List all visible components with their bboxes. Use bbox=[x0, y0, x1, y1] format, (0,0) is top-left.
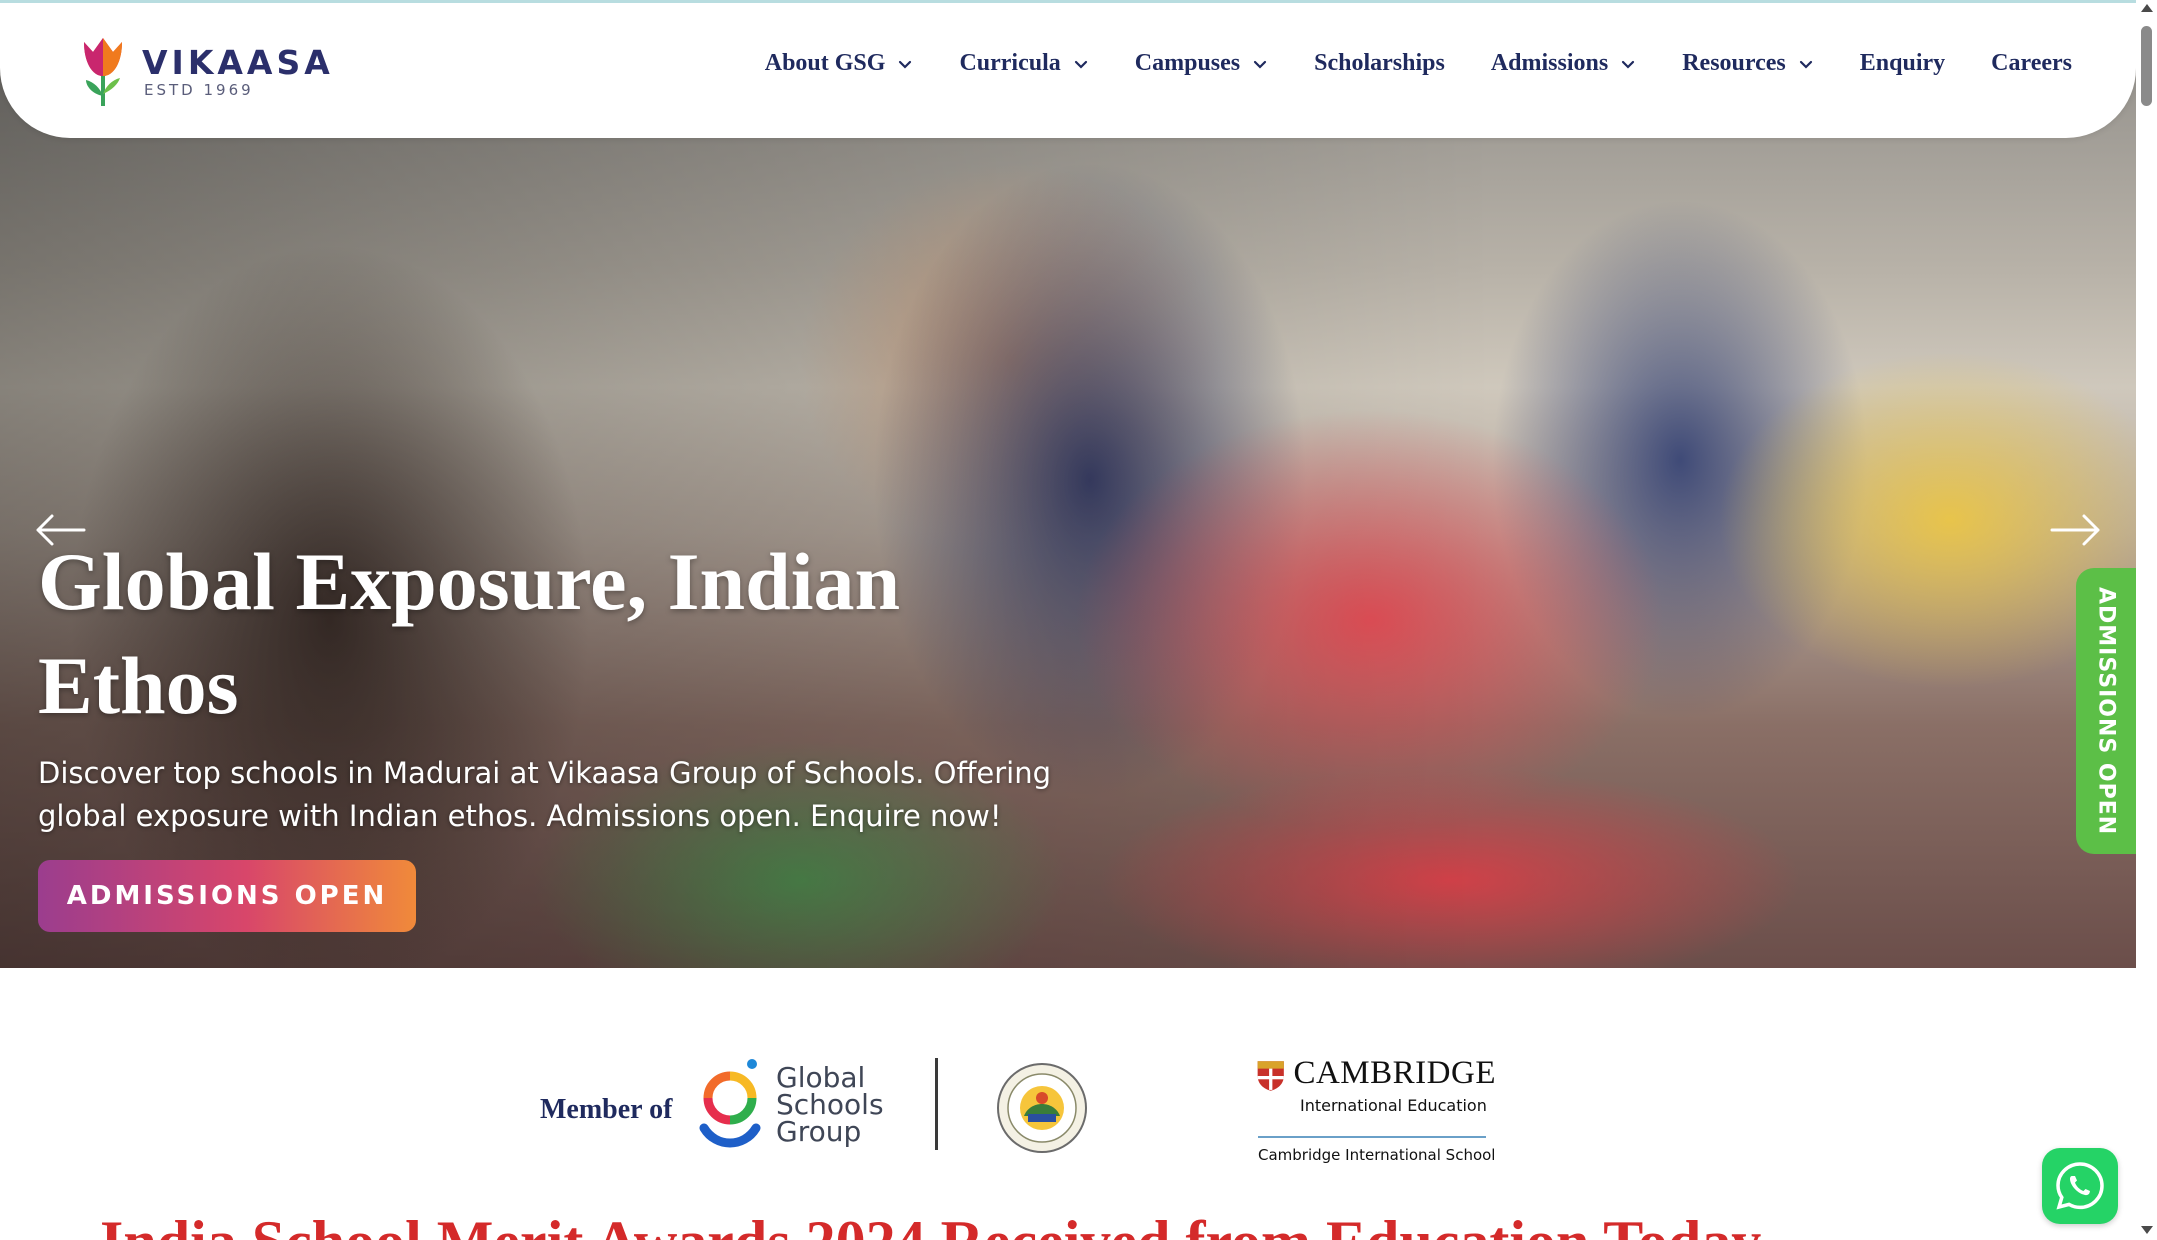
header-navbar: VIKAASA ESTD 1969 About GSG Curricula Ca… bbox=[0, 0, 2136, 138]
nav-label: Careers bbox=[1991, 50, 2072, 76]
gsg-logo-icon bbox=[699, 1059, 761, 1148]
whatsapp-button[interactable] bbox=[2042, 1148, 2118, 1224]
affiliation-divider bbox=[935, 1058, 938, 1150]
cambridge-divider bbox=[1258, 1136, 1486, 1138]
nav-item-campuses[interactable]: Campuses bbox=[1135, 50, 1268, 77]
admissions-open-button[interactable]: ADMISSIONS OPEN bbox=[38, 860, 416, 932]
gsg-line-3: Group bbox=[776, 1114, 862, 1148]
nav-label: Curricula bbox=[959, 50, 1061, 76]
scrollbar-thumb[interactable] bbox=[2141, 26, 2152, 106]
member-of-label: Member of bbox=[540, 1094, 673, 1125]
cbse-seal-icon[interactable] bbox=[996, 1062, 1088, 1154]
nav-item-scholarships[interactable]: Scholarships bbox=[1314, 50, 1445, 77]
nav-item-careers[interactable]: Careers bbox=[1991, 50, 2072, 77]
hero-title: Global Exposure, Indian Ethos bbox=[38, 536, 901, 731]
brand-established: ESTD 1969 bbox=[144, 81, 254, 99]
cambridge-title: CAMBRIDGE bbox=[1293, 1055, 1496, 1091]
nav-label: Admissions bbox=[1490, 50, 1609, 76]
scroll-down-arrow-icon[interactable] bbox=[2141, 1226, 2153, 1234]
brand-name: VIKAASA bbox=[142, 43, 334, 82]
cambridge-shield-icon bbox=[1257, 1061, 1284, 1091]
chevron-down-icon bbox=[1622, 60, 1635, 69]
whatsapp-icon bbox=[2056, 1162, 2104, 1210]
nav-item-resources[interactable]: Resources bbox=[1682, 50, 1814, 77]
chevron-down-icon bbox=[1799, 60, 1812, 69]
chevron-down-icon bbox=[1074, 60, 1087, 69]
nav-item-enquiry[interactable]: Enquiry bbox=[1860, 50, 1945, 77]
side-tab-label: ADMISSIONS OPEN bbox=[2093, 586, 2119, 836]
hero-description: Discover top schools in Madurai at Vikaa… bbox=[38, 756, 1052, 833]
top-accent-line bbox=[0, 0, 2136, 3]
nav-item-curricula[interactable]: Curricula bbox=[959, 50, 1088, 77]
cambridge-subtitle: International Education bbox=[1300, 1096, 1487, 1115]
cambridge-school-label: Cambridge International School bbox=[1258, 1146, 1496, 1164]
award-heading: India School Merit Awards 2024 Received … bbox=[100, 1208, 2100, 1240]
affiliations-strip: Member of Global Schools Group CAMBRIDGE… bbox=[0, 1050, 2136, 1164]
hero-banner: Global Exposure, Indian Ethos Discover t… bbox=[0, 0, 2136, 968]
page-scrollbar[interactable] bbox=[2136, 0, 2157, 1240]
nav-label: Campuses bbox=[1134, 50, 1241, 76]
nav-item-admissions[interactable]: Admissions bbox=[1491, 50, 1636, 77]
gsg-line-2: Schools bbox=[776, 1087, 884, 1121]
nav-label: Enquiry bbox=[1859, 50, 1946, 76]
gsg-line-1: Global bbox=[776, 1060, 866, 1094]
chevron-down-icon bbox=[899, 60, 912, 69]
nav-label: About GSG bbox=[764, 50, 886, 76]
tulip-logo-icon bbox=[84, 38, 122, 106]
arrow-right-icon bbox=[2050, 514, 2100, 546]
vikaasa-logo[interactable]: VIKAASA ESTD 1969 bbox=[78, 32, 338, 112]
slider-next-button[interactable] bbox=[2050, 512, 2102, 548]
cambridge-logo[interactable]: CAMBRIDGE International Education Cambri… bbox=[1256, 1055, 1496, 1164]
global-schools-group-logo[interactable]: Global Schools Group bbox=[694, 1056, 894, 1152]
nav-item-about-gsg[interactable]: About GSG bbox=[765, 50, 914, 77]
chevron-down-icon bbox=[1254, 60, 1267, 69]
nav-label: Scholarships bbox=[1314, 50, 1445, 76]
nav-label: Resources bbox=[1682, 50, 1786, 76]
scroll-up-arrow-icon[interactable] bbox=[2141, 4, 2153, 12]
admissions-open-side-tab[interactable]: ADMISSIONS OPEN bbox=[2076, 568, 2136, 854]
main-nav: About GSG Curricula Campuses Scholarship… bbox=[765, 50, 2072, 77]
